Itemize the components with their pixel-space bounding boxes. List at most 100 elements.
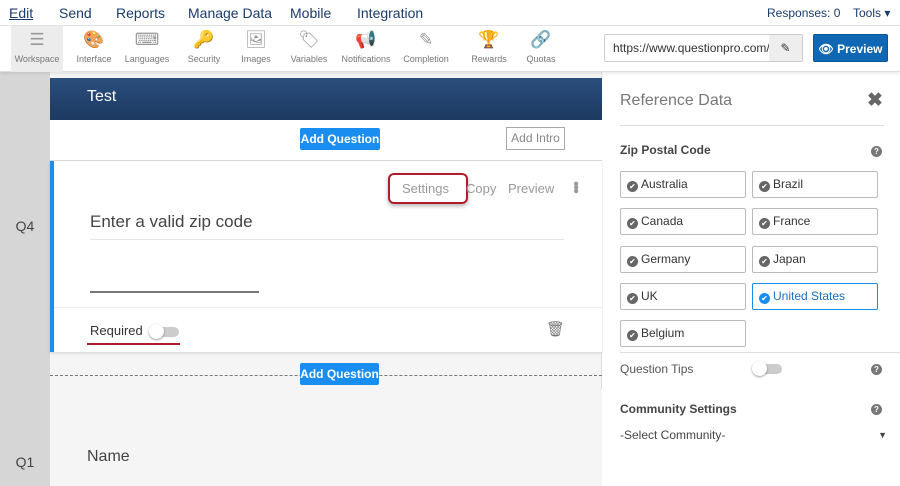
divider (90, 239, 564, 240)
trash-icon[interactable]: 🗑 (546, 320, 565, 338)
question-text[interactable]: Enter a valid zip code (90, 212, 253, 232)
question-tips-toggle[interactable] (752, 361, 782, 376)
answer-input[interactable] (90, 291, 259, 293)
toolbar-interface[interactable]: 🎨 Interface (68, 26, 120, 72)
country-option-japan[interactable]: ✔ Japan (752, 245, 878, 273)
option-label: France (773, 214, 811, 229)
intro-row: Add Question Add Intro (50, 120, 602, 161)
survey-title[interactable]: Test (50, 78, 602, 120)
toolbar-workspace[interactable]: ☰ Workspace (11, 26, 63, 72)
country-option-germany[interactable]: ✔ Germany (620, 245, 746, 273)
toolbar-languages[interactable]: ⌨ Languages (121, 26, 173, 72)
interface-icon: 🎨 (83, 30, 105, 49)
responses-count[interactable]: Responses: 0 (767, 6, 840, 20)
toolbar-label: Completion (403, 54, 449, 64)
community-select-value: -Select Community- (620, 428, 726, 442)
preview-link[interactable]: Preview (508, 181, 554, 196)
check-icon: ✔ (759, 292, 770, 304)
nav-reports[interactable]: Reports (116, 5, 165, 21)
section-title: Zip Postal Code (620, 143, 711, 157)
required-label: Required (90, 323, 143, 338)
toolbar-label: Workspace (14, 54, 60, 64)
nav-integration[interactable]: Integration (357, 5, 423, 21)
variables-icon: 🏷 (298, 30, 320, 49)
help-icon[interactable]: ? (871, 404, 882, 415)
toolbar-completion[interactable]: ✎ Completion (400, 26, 452, 72)
country-option-australia[interactable]: ✔ Australia (620, 171, 746, 198)
nav-send[interactable]: Send (59, 5, 92, 21)
toolbar-label: Notifications (341, 54, 391, 64)
tools-menu[interactable]: Tools ▾ (853, 6, 890, 20)
toolbar-rewards[interactable]: 🏆 Rewards (463, 26, 515, 72)
notifications-icon: 📢 (355, 30, 377, 49)
panel-title: Reference Data (620, 92, 733, 109)
highlight-box (388, 173, 468, 204)
check-icon: ✔ (759, 218, 770, 230)
country-option-united-states[interactable]: ✔ United States (752, 282, 878, 310)
country-option-uk[interactable]: ✔ UK (620, 282, 746, 310)
option-label: Belgium (641, 326, 685, 341)
check-icon: ✔ (627, 292, 638, 304)
option-label: UK (641, 288, 658, 303)
tools-label: Tools (853, 6, 882, 20)
q4-number: Q4 (15, 218, 35, 234)
toolbar-label: Quotas (526, 54, 556, 64)
reference-data-panel: Reference Data ✖ Zip Postal Code ? ✔ Aust… (603, 72, 900, 486)
eye-icon: 👁 (818, 42, 834, 56)
question-text[interactable]: Name (87, 448, 130, 466)
workspace-icon: ☰ (29, 30, 45, 49)
country-option-belgium[interactable]: ✔ Belgium (620, 320, 746, 348)
nav-manage-data[interactable]: Manage Data (188, 5, 272, 21)
country-option-canada[interactable]: ✔ Canada (620, 208, 746, 236)
country-option-france[interactable]: ✔ France (752, 208, 878, 236)
toolbar-variables[interactable]: 🏷 Variables (283, 26, 335, 72)
completion-icon: ✎ (418, 30, 434, 49)
community-select[interactable]: -Select Community- ▼ (620, 428, 887, 450)
toolbar-quotas[interactable]: 🔗 Quotas (515, 26, 567, 72)
check-icon: ✔ (627, 255, 638, 267)
check-icon: ✔ (759, 181, 770, 192)
question-number-column (0, 72, 50, 486)
nav-edit[interactable]: Edit (9, 5, 33, 21)
survey-url-field[interactable]: https://www.questionpro.com/✎ (604, 34, 803, 62)
add-question-button[interactable]: Add Question (300, 363, 379, 385)
check-icon: ✔ (627, 218, 638, 230)
close-icon[interactable]: ✖ (867, 89, 883, 112)
more-options-icon[interactable]: ••• (567, 181, 584, 192)
question-card-q1[interactable]: Name (50, 389, 602, 486)
community-settings-label: Community Settings (620, 402, 737, 416)
option-label: United States (773, 288, 846, 303)
check-icon: ✔ (627, 181, 638, 192)
required-toggle[interactable] (149, 324, 179, 339)
question-tips-label: Question Tips (620, 362, 694, 376)
preview-label: Preview (837, 42, 883, 56)
nav-mobile[interactable]: Mobile (290, 5, 331, 21)
rewards-icon: 🏆 (478, 30, 500, 49)
toolbar-security[interactable]: 🔑 Security (178, 26, 230, 72)
copy-link[interactable]: Copy (466, 181, 496, 196)
add-question-button[interactable]: Add Question (300, 128, 380, 150)
preview-button[interactable]: 👁 Preview (813, 34, 888, 62)
option-label: Germany (641, 251, 691, 266)
languages-icon: ⌨ (134, 30, 160, 49)
question-card-q4[interactable]: Settings Copy Preview ••• Enter a valid … (50, 161, 602, 352)
underline-annotation (87, 343, 180, 345)
caret-down-icon: ▼ (878, 430, 887, 440)
toolbar-notifications[interactable]: 📢 Notifications (340, 26, 392, 72)
option-label: Canada (641, 214, 684, 229)
option-label: Australia (641, 177, 688, 191)
toolbar-label: Languages (124, 54, 170, 64)
pencil-icon[interactable]: ✎ (769, 35, 802, 61)
survey-url: https://www.questionpro.com/ (613, 41, 770, 55)
option-label: Japan (773, 251, 806, 266)
help-icon[interactable]: ? (871, 364, 882, 375)
help-icon[interactable]: ? (871, 146, 882, 157)
add-intro-button[interactable]: Add Intro (506, 127, 565, 150)
toolbar-images[interactable]: 🖼 Images (230, 26, 282, 72)
country-option-brazil[interactable]: ✔ Brazil (752, 171, 878, 198)
quotas-icon: 🔗 (530, 30, 552, 49)
divider (620, 125, 884, 126)
q1-number: Q1 (15, 454, 35, 470)
toolbar-label: Images (241, 54, 271, 64)
toolbar-label: Rewards (471, 54, 507, 64)
